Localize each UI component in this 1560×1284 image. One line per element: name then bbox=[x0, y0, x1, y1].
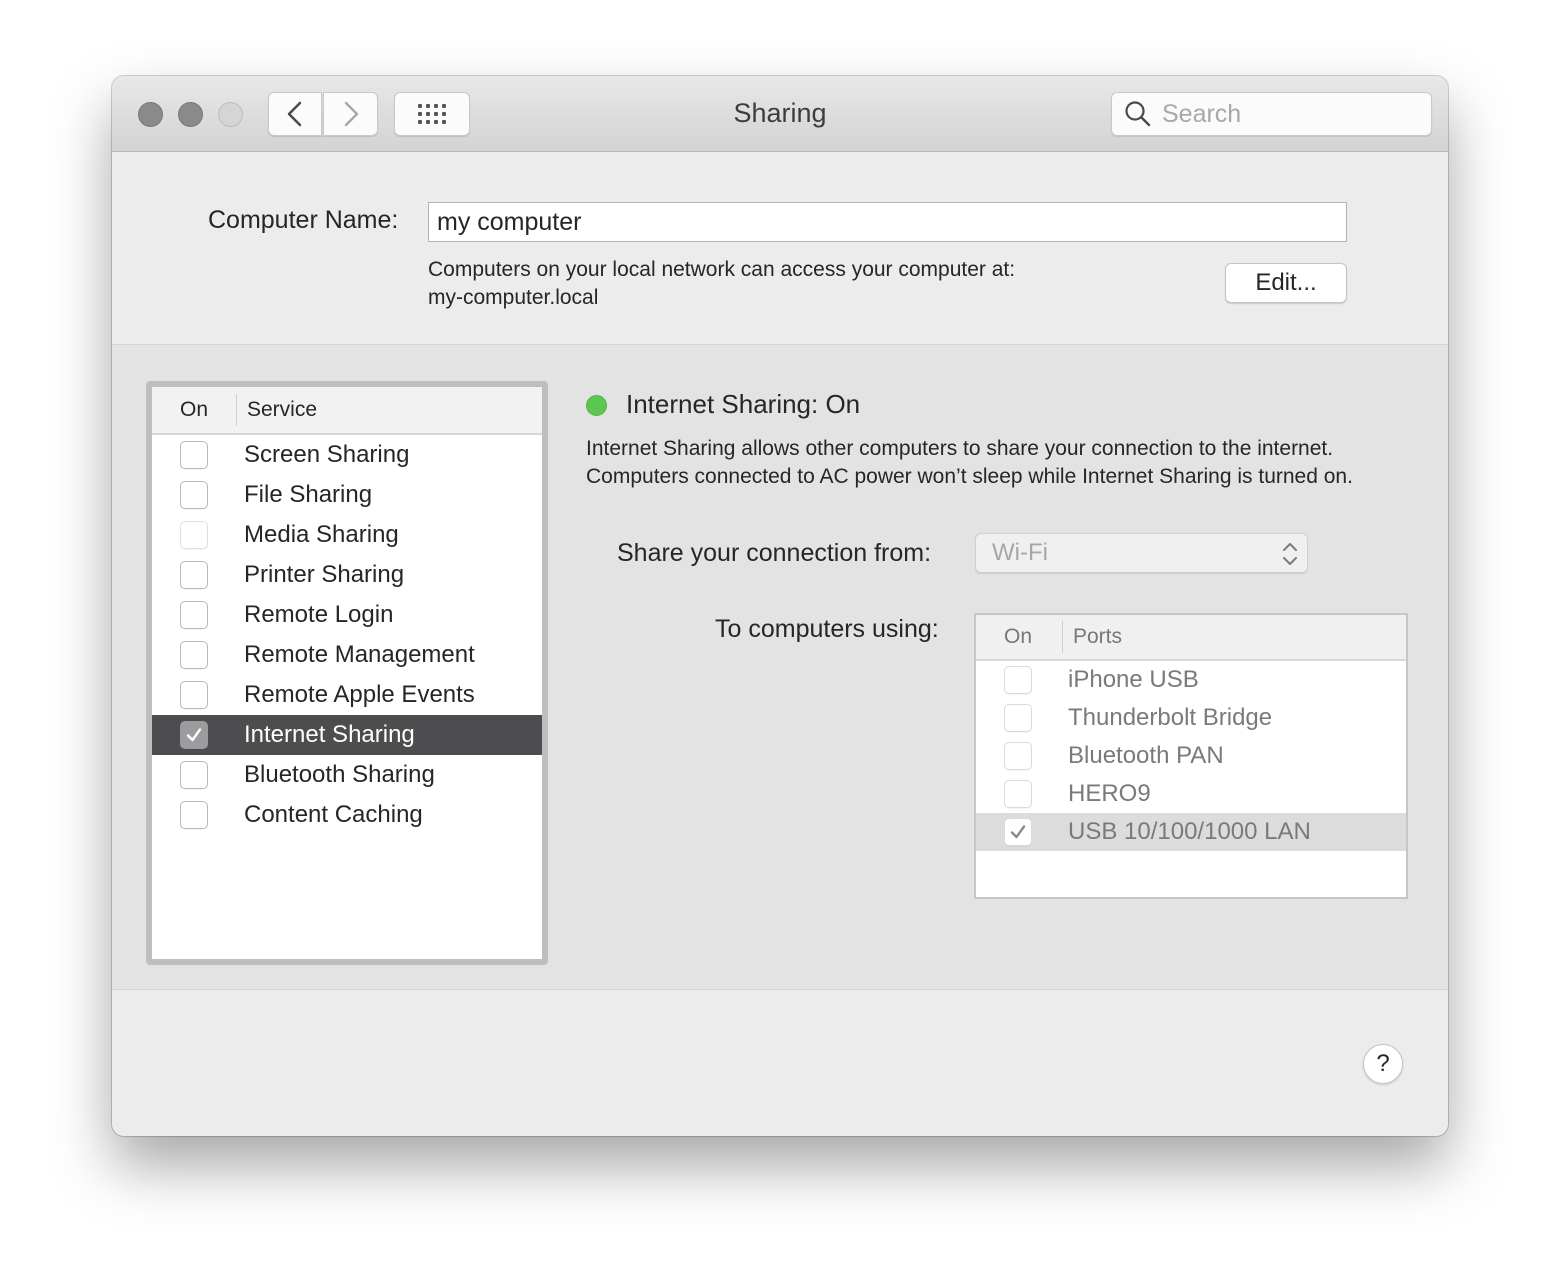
checkmark-icon bbox=[1010, 825, 1026, 839]
port-checkbox[interactable] bbox=[1004, 704, 1032, 732]
status-text: Internet Sharing: On bbox=[626, 389, 861, 419]
search-icon bbox=[1125, 101, 1151, 127]
titlebar: Sharing bbox=[112, 76, 1448, 152]
services-list[interactable]: On Service Screen Sharing File Sharing Med… bbox=[146, 381, 548, 965]
service-checkbox[interactable] bbox=[180, 641, 208, 669]
port-row[interactable]: iPhone USB bbox=[976, 661, 1406, 699]
port-row[interactable]: USB 10/100/1000 LAN bbox=[976, 813, 1406, 851]
port-checkbox[interactable] bbox=[1004, 742, 1032, 770]
service-label: Internet Sharing bbox=[244, 721, 415, 748]
ports-list[interactable]: On Ports iPhone USB Thunderbolt Bridge Blu… bbox=[974, 613, 1408, 899]
service-checkbox[interactable] bbox=[180, 801, 208, 829]
service-label: Remote Login bbox=[244, 601, 394, 628]
sharing-panel: On Service Screen Sharing File Sharing Med… bbox=[112, 344, 1448, 990]
port-row[interactable]: Bluetooth PAN bbox=[976, 737, 1406, 775]
port-checkbox[interactable] bbox=[1004, 666, 1032, 694]
service-row[interactable]: Internet Sharing bbox=[152, 715, 542, 755]
service-label: Remote Apple Events bbox=[244, 681, 475, 708]
service-row[interactable]: Remote Apple Events bbox=[152, 675, 542, 715]
service-row[interactable]: Media Sharing bbox=[152, 515, 542, 555]
service-row[interactable]: Screen Sharing bbox=[152, 435, 542, 475]
service-row[interactable]: File Sharing bbox=[152, 475, 542, 515]
service-checkbox[interactable] bbox=[180, 561, 208, 589]
port-row[interactable]: HERO9 bbox=[976, 775, 1406, 813]
port-checkbox[interactable] bbox=[1004, 780, 1032, 808]
status-indicator-icon bbox=[586, 395, 607, 416]
service-checkbox[interactable] bbox=[180, 681, 208, 709]
share-from-value: Wi-Fi bbox=[992, 539, 1048, 566]
share-from-label: Share your connection from: bbox=[617, 539, 932, 567]
service-label: Bluetooth Sharing bbox=[244, 761, 435, 788]
service-label: Remote Management bbox=[244, 641, 475, 668]
port-row[interactable]: Thunderbolt Bridge bbox=[976, 699, 1406, 737]
service-row[interactable]: Remote Login bbox=[152, 595, 542, 635]
service-label: Printer Sharing bbox=[244, 561, 405, 588]
up-down-chevron-icon bbox=[1283, 543, 1297, 565]
service-label: File Sharing bbox=[244, 481, 373, 508]
service-checkbox[interactable] bbox=[180, 721, 208, 749]
services-list-header: On Service bbox=[152, 387, 542, 435]
service-row[interactable]: Remote Management bbox=[152, 635, 542, 675]
search-input[interactable] bbox=[1162, 99, 1422, 129]
service-label: Screen Sharing bbox=[244, 441, 410, 468]
service-description: Internet Sharing allows other computers … bbox=[586, 437, 1353, 488]
column-header-service[interactable]: Service bbox=[237, 398, 317, 422]
service-label: Content Caching bbox=[244, 801, 423, 828]
local-address-description: Computers on your local network can acce… bbox=[428, 256, 1015, 312]
port-label: USB 10/100/1000 LAN bbox=[1068, 818, 1311, 845]
service-checkbox[interactable] bbox=[180, 761, 208, 789]
column-header-on[interactable]: On bbox=[152, 398, 236, 422]
service-checkbox[interactable] bbox=[180, 601, 208, 629]
column-header-ports[interactable]: Ports bbox=[1063, 625, 1122, 649]
service-checkbox[interactable] bbox=[180, 481, 208, 509]
port-label: Bluetooth PAN bbox=[1068, 742, 1224, 769]
port-label: HERO9 bbox=[1068, 780, 1151, 807]
share-from-popup[interactable]: Wi-Fi bbox=[975, 533, 1308, 573]
computer-name-label: Computer Name: bbox=[208, 206, 399, 234]
to-computers-label: To computers using: bbox=[715, 615, 939, 643]
port-label: iPhone USB bbox=[1068, 666, 1199, 693]
edit-button[interactable]: Edit... bbox=[1225, 263, 1347, 303]
ports-list-header: On Ports bbox=[976, 615, 1406, 661]
local-hostname: my-computer.local bbox=[428, 286, 599, 309]
computer-name-input[interactable] bbox=[428, 202, 1347, 242]
service-row[interactable]: Bluetooth Sharing bbox=[152, 755, 542, 795]
checkmark-icon bbox=[186, 728, 202, 742]
service-checkbox[interactable] bbox=[180, 441, 208, 469]
port-label: Thunderbolt Bridge bbox=[1068, 704, 1273, 731]
service-checkbox bbox=[180, 521, 208, 549]
service-row[interactable]: Content Caching bbox=[152, 795, 542, 835]
port-checkbox[interactable] bbox=[1004, 818, 1032, 846]
help-button[interactable]: ? bbox=[1363, 1044, 1403, 1084]
service-row[interactable]: Printer Sharing bbox=[152, 555, 542, 595]
search-field[interactable] bbox=[1111, 92, 1432, 136]
sharing-window: Sharing Computer Name: Computers on your… bbox=[112, 76, 1448, 1136]
column-header-on[interactable]: On bbox=[976, 625, 1062, 649]
service-label: Media Sharing bbox=[244, 521, 399, 548]
